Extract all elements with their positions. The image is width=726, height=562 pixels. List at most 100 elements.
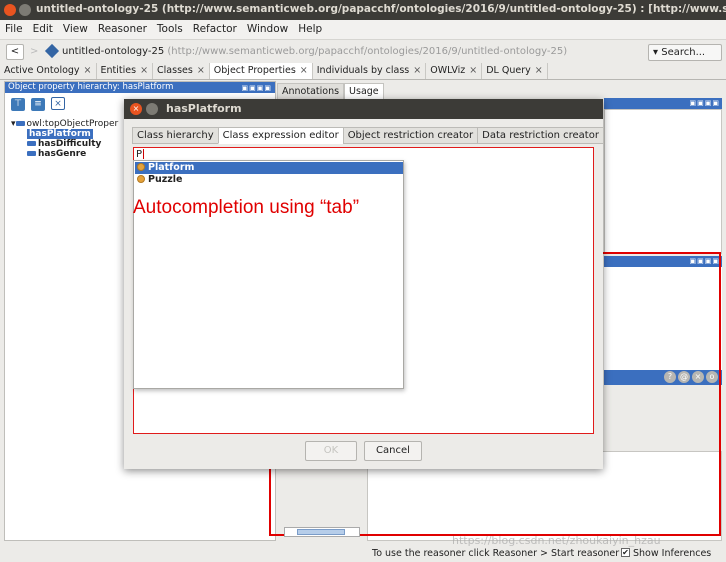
close-tab-icon[interactable]: × <box>197 65 205 76</box>
back-button[interactable]: < <box>6 44 24 60</box>
suggestion-item-puzzle[interactable]: Puzzle <box>135 174 403 186</box>
description-panel-header: ▣▣▣▣ <box>604 98 722 109</box>
add-sub-property-icon[interactable]: ⊤ <box>11 98 25 111</box>
panel-window-controls-icon[interactable]: ▣▣▣▣ <box>242 83 272 92</box>
close-tab-icon[interactable]: × <box>413 65 421 76</box>
property-icon <box>27 141 36 146</box>
ok-button[interactable]: OK <box>305 441 357 461</box>
menu-help[interactable]: Help <box>293 20 327 35</box>
show-inferences-checkbox[interactable]: ✔ <box>621 548 630 557</box>
tab-label: Entities <box>100 65 137 76</box>
minimize-window-icon[interactable] <box>19 4 31 16</box>
scrollbar-thumb[interactable] <box>297 529 345 535</box>
annotation-text: Autocompletion using “tab” <box>133 197 360 218</box>
show-inferences-label: Show Inferences <box>633 548 712 559</box>
close-tab-icon[interactable]: × <box>140 65 148 76</box>
delete-property-icon[interactable]: ⨯ <box>51 97 65 110</box>
class-icon <box>137 175 145 183</box>
panel-window-controls-icon[interactable]: ▣▣▣▣ <box>690 99 720 107</box>
tab-annotations[interactable]: Annotations <box>277 83 345 99</box>
close-window-icon[interactable] <box>4 4 16 16</box>
ontology-icon <box>44 43 60 59</box>
suggestion-item-platform[interactable]: Platform <box>135 162 403 174</box>
search-button[interactable]: ▾ Search... <box>648 44 722 61</box>
ontology-url: (http://www.semanticweb.org/papacchf/ont… <box>167 46 568 57</box>
menu-edit[interactable]: Edit <box>28 20 58 35</box>
tab-dl-query[interactable]: DL Query × <box>482 63 548 79</box>
suggestion-label: Platform <box>148 162 195 173</box>
tab-individuals-by-class[interactable]: Individuals by class × <box>313 63 427 79</box>
menu-refactor[interactable]: Refactor <box>188 20 242 35</box>
details-tabs: Annotations Usage <box>277 83 384 99</box>
tab-owlviz[interactable]: OWLViz × <box>426 63 483 79</box>
tab-object-properties[interactable]: Object Properties × <box>209 63 313 79</box>
tab-usage[interactable]: Usage <box>344 83 384 99</box>
class-icon <box>137 163 145 171</box>
tree-item-label: hasPlatform <box>27 129 93 139</box>
expand-arrow-icon[interactable]: ▾ <box>11 119 16 129</box>
tab-label: DL Query <box>486 65 531 76</box>
tab-data-restriction-creator[interactable]: Data restriction creator <box>477 127 604 144</box>
cancel-button[interactable]: Cancel <box>364 441 422 461</box>
close-tab-icon[interactable]: × <box>535 65 543 76</box>
tab-label: Individuals by class <box>316 65 410 76</box>
text-cursor <box>143 149 145 159</box>
panel-header: Object property hierarchy: hasPlatform ▣… <box>5 82 275 93</box>
tab-label: Classes <box>157 65 193 76</box>
autocomplete-popup: Platform Puzzle <box>133 160 404 389</box>
horizontal-scrollbar[interactable] <box>284 527 360 537</box>
close-tab-icon[interactable]: × <box>84 65 92 76</box>
tab-class-expression-editor[interactable]: Class expression editor <box>217 127 344 144</box>
search-label: Search... <box>661 47 706 58</box>
tab-active-ontology[interactable]: Active Ontology × <box>0 63 97 79</box>
tab-label: Object Properties <box>213 65 296 76</box>
description-panel <box>604 109 722 254</box>
chevron-down-icon: ▾ <box>653 47 659 58</box>
reasoner-hint: To use the reasoner click Reasoner > Sta… <box>372 548 620 559</box>
dialog-title: hasPlatform <box>166 102 242 115</box>
menu-view[interactable]: View <box>58 20 93 35</box>
dialog-tabs: Class hierarchy Class expression editor Ob… <box>132 127 604 144</box>
dialog-title-bar[interactable]: × hasPlatform <box>124 99 603 119</box>
menu-file[interactable]: File <box>0 20 28 35</box>
workspace-tabs: Active Ontology × Entities × Classes × Object … <box>0 63 726 80</box>
tree-item-hasgenre[interactable]: hasGenre <box>11 149 118 159</box>
close-dialog-icon[interactable]: × <box>130 103 142 115</box>
editor-content[interactable]: P <box>136 149 145 160</box>
suggestion-label: Puzzle <box>148 174 183 185</box>
tree-item-label: owl:topObjectProper <box>26 119 119 129</box>
tab-class-hierarchy[interactable]: Class hierarchy <box>132 127 219 144</box>
window-title: untitled-ontology-25 (http://www.semanti… <box>36 3 726 15</box>
ontology-address[interactable]: untitled-ontology-25 (http://www.semanti… <box>62 46 567 57</box>
watermark: https://blog.csdn.net/zhoukaiyin_hzau <box>452 534 661 547</box>
tab-label: OWLViz <box>430 65 466 76</box>
tab-classes[interactable]: Classes × <box>153 63 210 79</box>
menu-tools[interactable]: Tools <box>152 20 188 35</box>
panel-title: Object property hierarchy: hasPlatform <box>8 82 174 92</box>
class-expression-dialog: × hasPlatform Class hierarchy Class expre… <box>124 99 604 469</box>
property-icon <box>27 151 36 156</box>
tab-object-restriction-creator[interactable]: Object restriction creator <box>342 127 479 144</box>
menu-reasoner[interactable]: Reasoner <box>93 20 152 35</box>
close-tab-icon[interactable]: × <box>300 65 308 76</box>
menu-bar: File Edit View Reasoner Tools Refactor Window H… <box>0 20 726 40</box>
tree-item-label: hasDifficulty <box>38 139 102 149</box>
minimize-dialog-icon[interactable] <box>146 103 158 115</box>
tab-label: Active Ontology <box>4 65 80 76</box>
forward-button[interactable]: > <box>30 44 42 60</box>
property-tree: ▾ owl:topObjectProper hasPlatform hasDiff… <box>11 119 118 159</box>
property-icon <box>15 121 25 126</box>
hierarchy-toolbar: ⊤ ≡ ⨯ <box>11 97 71 111</box>
tree-item-hasplatform[interactable]: hasPlatform <box>11 129 118 139</box>
tree-item-root[interactable]: ▾ owl:topObjectProper <box>11 119 118 129</box>
menu-window[interactable]: Window <box>242 20 293 35</box>
close-tab-icon[interactable]: × <box>469 65 477 76</box>
tab-entities[interactable]: Entities × <box>97 63 154 79</box>
tree-item-label: hasGenre <box>38 149 87 159</box>
add-sibling-property-icon[interactable]: ≡ <box>31 98 45 111</box>
address-bar: < > untitled-ontology-25 (http://www.sem… <box>0 41 726 63</box>
ontology-name: untitled-ontology-25 <box>62 46 165 57</box>
window-title-bar[interactable]: untitled-ontology-25 (http://www.semanti… <box>0 0 726 20</box>
typed-text: P <box>136 149 143 160</box>
tree-item-hasdifficulty[interactable]: hasDifficulty <box>11 139 118 149</box>
